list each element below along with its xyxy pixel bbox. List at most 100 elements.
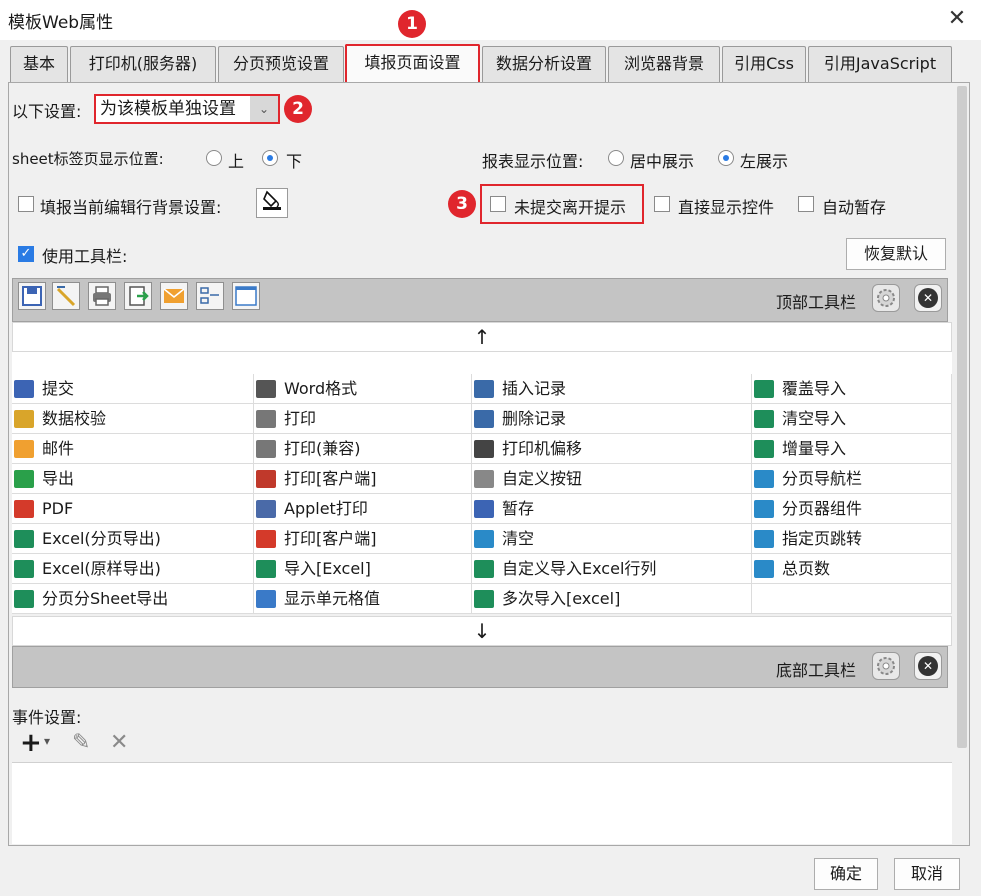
settings-scope-value: 为该模板单独设置 — [100, 99, 236, 119]
checkbox-unsubmitted-prompt[interactable] — [490, 196, 506, 212]
restore-default-button[interactable]: 恢复默认 — [846, 238, 946, 270]
tab-ref-javascript[interactable]: 引用JavaScript — [808, 46, 952, 82]
toolbar-option[interactable]: 打印[客户端] — [254, 464, 472, 494]
toolbar-option[interactable]: 暂存 — [472, 494, 752, 524]
tab-basic[interactable]: 基本 — [10, 46, 68, 82]
event-list[interactable] — [12, 762, 952, 844]
checkbox-direct-show[interactable] — [654, 196, 670, 212]
toolbar-option[interactable]: 打印(兼容) — [254, 434, 472, 464]
toolbar-option-label: 分页器组件 — [782, 499, 863, 518]
toolbar-option[interactable]: Applet打印 — [254, 494, 472, 524]
ok-button[interactable]: 确定 — [814, 858, 878, 890]
toolbar-option[interactable]: 打印 — [254, 404, 472, 434]
close-circle-icon[interactable]: ✕ — [914, 652, 942, 680]
radio-left-display[interactable] — [718, 150, 734, 166]
excel-icon — [14, 590, 34, 608]
toolbar-option-label: Excel(分页导出) — [42, 529, 161, 548]
toolbar-option[interactable]: 显示单元格值 — [254, 584, 472, 614]
toolbar-option[interactable]: 多次导入[excel] — [472, 584, 752, 614]
cancel-button[interactable]: 取消 — [894, 858, 960, 890]
radio-sheet-bottom[interactable] — [262, 150, 278, 166]
radio-sheet-top-label: 上 — [228, 152, 245, 171]
toolbar-option[interactable]: Word格式 — [254, 374, 472, 404]
toolbar-option[interactable]: Excel(分页导出) — [12, 524, 254, 554]
toolbar-option-label: 邮件 — [42, 439, 75, 458]
toolbar-option[interactable]: 自定义按钮 — [472, 464, 752, 494]
gear-icon[interactable] — [872, 652, 900, 680]
print-icon — [256, 440, 276, 458]
radio-sheet-top[interactable] — [206, 150, 222, 166]
toolbar-option[interactable]: 分页分Sheet导出 — [12, 584, 254, 614]
radio-center-display[interactable] — [608, 150, 624, 166]
toolbar-option[interactable]: 打印[客户端] — [254, 524, 472, 554]
toolbar-option[interactable]: 插入记录 — [472, 374, 752, 404]
toolbar-option[interactable]: 打印机偏移 — [472, 434, 752, 464]
toolbar-option-label: 增量导入 — [782, 439, 847, 458]
toolbar-option[interactable]: 自定义导入Excel行列 — [472, 554, 752, 584]
chevron-down-icon[interactable]: ⌄ — [250, 96, 278, 122]
radio-sheet-bottom-label: 下 — [286, 152, 303, 171]
excel-icon — [474, 560, 494, 578]
paint-bucket-icon[interactable] — [256, 188, 288, 218]
tab-printer-server[interactable]: 打印机(服务器) — [70, 46, 216, 82]
toolbar-option[interactable]: 增量导入 — [752, 434, 952, 464]
print-icon[interactable] — [88, 282, 116, 310]
toolbar-option-label: 删除记录 — [502, 409, 567, 428]
tab-fill-page-settings[interactable]: 填报页面设置 — [345, 44, 480, 82]
toolbar-option-label: 打印(兼容) — [284, 439, 361, 458]
insert-record-icon[interactable] — [196, 282, 224, 310]
toolbar-option[interactable]: 导入[Excel] — [254, 554, 472, 584]
toolbar-option[interactable]: Excel(原样导出) — [12, 554, 254, 584]
page-nav-icon — [754, 530, 774, 548]
tab-browser-background[interactable]: 浏览器背景 — [608, 46, 720, 82]
cell-value-icon[interactable] — [232, 282, 260, 310]
word-icon — [256, 380, 276, 398]
delete-icon[interactable]: ✕ — [110, 730, 128, 755]
toolbar-option[interactable]: 清空 — [472, 524, 752, 554]
export-icon[interactable] — [124, 282, 152, 310]
toolbar-option-label: Excel(原样导出) — [42, 559, 161, 578]
toolbar-option[interactable]: 覆盖导入 — [752, 374, 952, 404]
toolbar-option-label: PDF — [42, 499, 74, 518]
edit-icon[interactable]: ✎ — [72, 730, 90, 755]
toolbar-option[interactable]: 数据校验 — [12, 404, 254, 434]
validate-icon[interactable] — [52, 282, 80, 310]
excel-icon — [14, 560, 34, 578]
toolbar-option-label: 分页分Sheet导出 — [42, 589, 169, 608]
pdf-icon — [14, 500, 34, 518]
chevron-down-icon[interactable]: ▾ — [44, 734, 50, 748]
toolbar-option[interactable]: 邮件 — [12, 434, 254, 464]
save-icon[interactable] — [18, 282, 46, 310]
tab-pagination-preview[interactable]: 分页预览设置 — [218, 46, 344, 82]
email-icon[interactable] — [160, 282, 188, 310]
toolbar-option-label: 指定页跳转 — [782, 529, 863, 548]
move-down-arrow[interactable]: ↓ — [12, 616, 952, 646]
toolbar-option[interactable]: 分页导航栏 — [752, 464, 952, 494]
tab-ref-css[interactable]: 引用Css — [722, 46, 806, 82]
tab-data-analysis[interactable]: 数据分析设置 — [482, 46, 606, 82]
checkbox-auto-save[interactable] — [798, 196, 814, 212]
checkbox-use-toolbar-label: 使用工具栏: — [42, 247, 128, 266]
toolbar-option[interactable]: PDF — [12, 494, 254, 524]
close-icon[interactable]: ✕ — [942, 4, 972, 34]
scrollbar-thumb[interactable] — [957, 86, 967, 748]
step-badge-2: 2 — [284, 95, 312, 123]
toolbar-option[interactable]: 总页数 — [752, 554, 952, 584]
move-icon — [474, 440, 494, 458]
gear-icon[interactable] — [872, 284, 900, 312]
page-nav-icon — [754, 470, 774, 488]
toolbar-option[interactable]: 删除记录 — [472, 404, 752, 434]
toolbar-option[interactable]: 提交 — [12, 374, 254, 404]
checkbox-auto-save-label: 自动暂存 — [822, 198, 887, 217]
toolbar-option[interactable]: 导出 — [12, 464, 254, 494]
applet-print-icon — [256, 500, 276, 518]
checkbox-edit-row-bg[interactable] — [18, 196, 34, 212]
toolbar-option[interactable]: 指定页跳转 — [752, 524, 952, 554]
toolbar-option[interactable]: 分页器组件 — [752, 494, 952, 524]
toolbar-option-label: 总页数 — [782, 559, 831, 578]
toolbar-option[interactable]: 清空导入 — [752, 404, 952, 434]
close-circle-icon[interactable]: ✕ — [914, 284, 942, 312]
checkbox-use-toolbar[interactable]: ✓ — [18, 246, 34, 262]
move-up-arrow[interactable]: ↑ — [12, 322, 952, 352]
add-event-icon[interactable]: + — [20, 728, 42, 758]
